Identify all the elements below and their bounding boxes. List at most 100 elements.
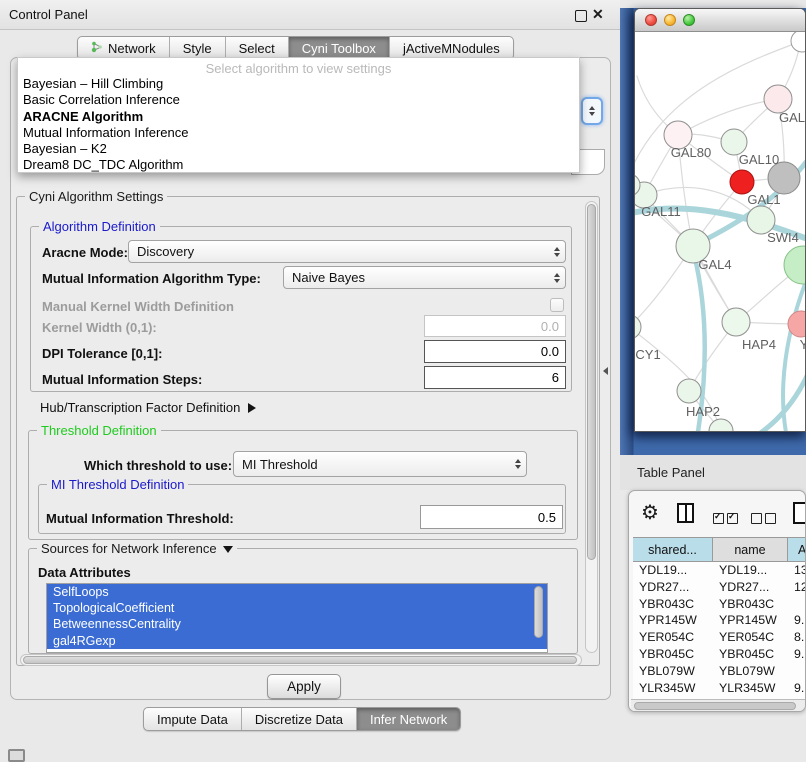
collapse-arrow-icon[interactable] [223, 546, 233, 553]
tab-cyni-toolbox[interactable]: Cyni Toolbox [289, 37, 390, 59]
hub-section-toggle[interactable]: Hub/Transcription Factor Definition [40, 400, 256, 415]
combo-spinner-icon [549, 273, 565, 283]
network-node-hap2[interactable] [677, 379, 701, 403]
algorithm-option-bayesian-k2[interactable]: Bayesian – K2 [18, 141, 579, 157]
group-title: MI Threshold Definition [47, 477, 188, 492]
tab-jactivemnodules[interactable]: jActiveMNodules [390, 37, 513, 59]
settings-horizontal-scrollbar-thumb[interactable] [23, 656, 577, 664]
network-node[interactable] [791, 32, 806, 52]
which-threshold-select[interactable]: MI Threshold [233, 451, 527, 477]
attribute-item-topologicalcoefficient[interactable]: TopologicalCoefficient [47, 600, 547, 616]
aracne-mode-label: Aracne Mode: [42, 245, 128, 260]
mi-algorithm-type-select[interactable]: Naive Bayes [283, 266, 566, 289]
bottom-tab-infer-network[interactable]: Infer Network [357, 708, 460, 730]
kernel-width-label: Kernel Width (0,1): [42, 320, 157, 335]
tab-style[interactable]: Style [170, 37, 226, 59]
table-cell: 13 [788, 562, 805, 579]
group-title: Threshold Definition [37, 423, 161, 438]
tab-network[interactable]: Network [78, 37, 170, 59]
bottom-tab-discretize-data-label: Discretize Data [255, 712, 343, 727]
table-cell: YBR045C [713, 646, 788, 663]
bottom-tab-discretize-data[interactable]: Discretize Data [242, 708, 357, 730]
network-node-label: GCY1 [635, 347, 661, 362]
column-header-shared[interactable]: shared... [633, 538, 713, 561]
table-cell: YBL079W [633, 663, 713, 680]
network-node-label: GAL80 [671, 145, 711, 160]
table-row[interactable]: YDL19...YDL19...13 [633, 562, 805, 579]
table-horizontal-scrollbar[interactable] [631, 699, 805, 712]
table-horizontal-scrollbar-thumb[interactable] [634, 702, 796, 710]
settings-vertical-scrollbar[interactable] [585, 201, 598, 653]
algorithm-option-dream8-dc-tdc-algorithm[interactable]: Dream8 DC_TDC Algorithm [18, 157, 579, 173]
table-cell: YLR345W [633, 680, 713, 697]
table-row[interactable]: YPR145WYPR145W9. [633, 612, 805, 629]
table-row[interactable]: YBL079WYBL079W [633, 663, 805, 680]
tab-network-label: Network [108, 41, 156, 56]
attribute-item-gal4rgexp[interactable]: gal4RGexp [47, 633, 547, 649]
table-row[interactable]: YBR045CYBR045C9. [633, 646, 805, 663]
table-row[interactable]: YER054CYER054C8. [633, 629, 805, 646]
manual-kernel-width-checkbox[interactable] [550, 298, 564, 312]
attribute-item-selfloops[interactable]: SelfLoops [47, 584, 547, 600]
network-node[interactable] [784, 246, 806, 284]
sources-group-title[interactable]: Sources for Network Inference [37, 541, 237, 556]
network-node-hap4[interactable] [722, 308, 750, 336]
tab-cyni-toolbox-label: Cyni Toolbox [302, 41, 376, 56]
settings-horizontal-scrollbar[interactable] [20, 654, 582, 666]
deselect-all-checkboxes-icon[interactable] [751, 511, 779, 529]
minimized-panel-icon[interactable] [8, 749, 25, 762]
network-node-gal1[interactable] [730, 170, 754, 194]
table-row[interactable]: YBR043CYBR043C [633, 596, 805, 613]
network-edge[interactable] [678, 99, 778, 135]
table-row[interactable]: YDR27...YDR27...12 [633, 579, 805, 596]
algorithm-option-bayesian-hill-climbing[interactable]: Bayesian – Hill Climbing [18, 76, 579, 92]
algorithm-option-aracne-algorithm[interactable]: ARACNE Algorithm [18, 109, 579, 125]
export-table-icon[interactable] [793, 502, 806, 524]
panel-collapse-arrow-icon[interactable] [603, 367, 608, 375]
algorithm-option-mutual-information-inference[interactable]: Mutual Information Inference [18, 125, 579, 141]
mi-threshold-field[interactable]: 0.5 [420, 505, 563, 529]
mi-steps-field[interactable]: 6 [424, 366, 566, 389]
network-node-label: HAP2 [686, 404, 720, 419]
close-icon[interactable]: ✕ [592, 6, 604, 23]
aracne-mode-select[interactable]: Discovery [128, 240, 566, 263]
combo-spinner-icon [549, 247, 565, 257]
algorithm-option-basic-correlation-inference[interactable]: Basic Correlation Inference [18, 92, 579, 108]
network-node-label: GAL4 [698, 257, 731, 272]
table-row[interactable]: YLR345WYLR345W9. [633, 680, 805, 697]
network-node-label: HAP4 [742, 337, 776, 352]
table-cell [788, 596, 805, 613]
table-cell: 9. [788, 646, 805, 663]
column-header-a[interactable]: A [788, 538, 806, 561]
expand-arrow-icon[interactable] [248, 403, 256, 413]
network-edge[interactable] [753, 362, 806, 432]
hub-section-label: Hub/Transcription Factor Definition [40, 400, 240, 415]
close-traffic-light-icon[interactable] [645, 14, 657, 26]
kernel-width-field[interactable]: 0.0 [424, 315, 566, 337]
attribute-item-betweennesscentrality[interactable]: BetweennessCentrality [47, 616, 547, 632]
which-threshold-label: Which threshold to use: [84, 458, 232, 473]
gear-icon[interactable]: ⚙ [641, 500, 659, 525]
inference-algorithm-combo-fragment[interactable] [581, 97, 603, 125]
list-scrollbar-thumb[interactable] [534, 586, 543, 638]
float-window-icon[interactable] [575, 10, 587, 22]
network-node-label: SWI4 [767, 230, 799, 245]
dpi-tolerance-label: DPI Tolerance [0,1]: [42, 346, 162, 361]
columns-icon[interactable] [677, 503, 694, 523]
network-window-titlebar[interactable] [635, 9, 805, 32]
data-attributes-label: Data Attributes [38, 565, 131, 580]
select-all-checkboxes-icon[interactable] [713, 511, 741, 529]
bottom-tab-impute-data[interactable]: Impute Data [144, 708, 242, 730]
apply-button[interactable]: Apply [267, 674, 341, 699]
dpi-tolerance-field[interactable]: 0.0 [424, 340, 566, 363]
network-node-label: GAL11 [641, 204, 681, 219]
network-canvas[interactable]: GALGAL80GAL10GAL1GAL11SWI4GAL4GCY1HAP4YH… [635, 32, 806, 432]
minimize-traffic-light-icon[interactable] [664, 14, 676, 26]
control-panel-title: Control Panel [9, 7, 88, 22]
network-node-gal[interactable] [764, 85, 792, 113]
column-header-name[interactable]: name [713, 538, 788, 561]
settings-vertical-scrollbar-thumb[interactable] [587, 204, 596, 560]
data-attributes-list[interactable]: SelfLoopsTopologicalCoefficientBetweenne… [46, 583, 548, 653]
zoom-traffic-light-icon[interactable] [683, 14, 695, 26]
tab-select[interactable]: Select [226, 37, 289, 59]
